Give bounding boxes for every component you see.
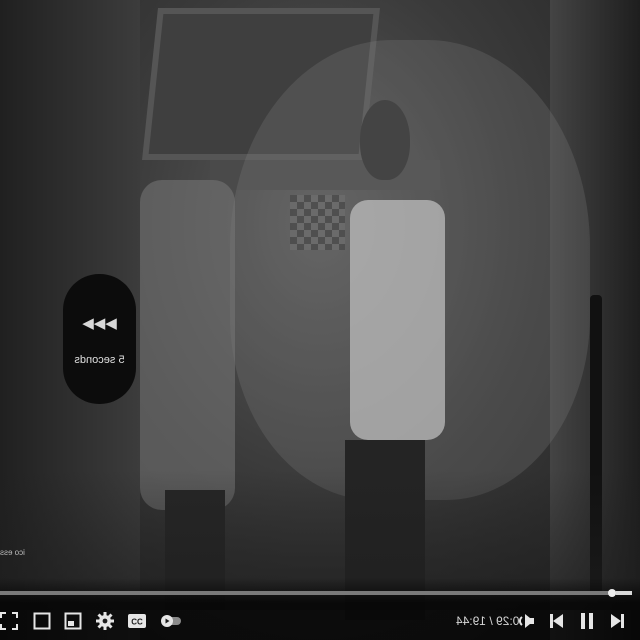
rewind-arrows-icon: ◀◀◀ xyxy=(82,315,117,332)
autoplay-toggle-icon xyxy=(159,613,183,629)
video-player[interactable]: ◀◀◀ 5 seconds ico ess CC 0:29 / 19:44 xyxy=(0,0,640,640)
scene-person-right xyxy=(350,200,445,440)
fullscreen-icon xyxy=(0,612,18,630)
side-caption: ico ess xyxy=(0,548,25,557)
volume-button[interactable] xyxy=(516,611,536,631)
next-button[interactable] xyxy=(608,611,626,631)
miniplayer-icon xyxy=(64,612,82,630)
gear-icon xyxy=(95,611,115,631)
theater-mode-icon xyxy=(33,612,51,630)
autoplay-toggle[interactable] xyxy=(158,611,184,631)
miniplayer-button[interactable] xyxy=(63,611,83,631)
progress-played xyxy=(616,591,632,595)
settings-button[interactable] xyxy=(94,611,116,631)
previous-icon xyxy=(549,612,565,630)
seek-back-indicator: ◀◀◀ 5 seconds xyxy=(63,274,136,404)
pause-button[interactable] xyxy=(578,611,596,631)
progress-scrubber-handle[interactable] xyxy=(608,589,616,597)
scene-person-right-head xyxy=(360,100,410,180)
scene-person-left xyxy=(140,180,235,510)
svg-text:CC: CC xyxy=(131,618,143,627)
progress-bar[interactable] xyxy=(0,589,632,597)
fullscreen-button[interactable] xyxy=(0,611,18,631)
volume-icon xyxy=(517,612,535,630)
captions-button[interactable]: CC xyxy=(126,611,148,631)
theater-mode-button[interactable] xyxy=(32,611,52,631)
seek-amount-label: 5 seconds xyxy=(74,354,125,366)
previous-button[interactable] xyxy=(548,611,566,631)
captions-icon: CC xyxy=(127,613,147,629)
time-display: 0:29 / 19:44 xyxy=(456,614,520,628)
next-icon xyxy=(609,612,625,630)
pause-icon xyxy=(579,612,595,630)
